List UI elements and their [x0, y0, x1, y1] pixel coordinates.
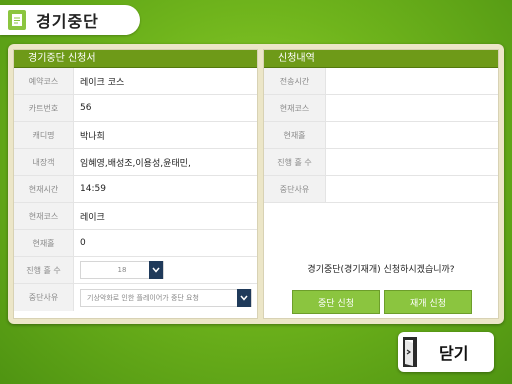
- form-row: 내장객 임혜영,배성조,이용성,윤태민,: [14, 149, 257, 176]
- history-label: 진행 홀 수: [264, 149, 326, 175]
- field-value: 56: [80, 103, 92, 113]
- field-value: 레이크 코스: [80, 77, 125, 88]
- holes-select[interactable]: 18: [80, 261, 164, 279]
- field-label: 진행 홀 수: [14, 257, 74, 283]
- field-value: 0: [80, 238, 86, 248]
- history-row: 전송시간: [264, 68, 498, 95]
- history-value: [326, 122, 498, 148]
- field-label: 캐디명: [14, 122, 74, 148]
- document-icon: [8, 10, 26, 30]
- field-label: 현재시간: [14, 176, 74, 202]
- field-value: 14:59: [80, 184, 106, 194]
- close-button[interactable]: 닫기: [398, 332, 494, 372]
- field-label: 현재코스: [14, 203, 74, 229]
- form-row: 중단사유 기상악화로 인한 플레이어가 중단 요청: [14, 284, 257, 311]
- form-row: 카트번호 56: [14, 95, 257, 122]
- field-value: 레이크: [80, 212, 105, 223]
- field-label: 내장객: [14, 149, 74, 175]
- holes-select-value: 18: [117, 266, 127, 274]
- history-value: [326, 68, 498, 94]
- field-label: 현재홀: [14, 230, 74, 256]
- form-row: 현재시간 14:59: [14, 176, 257, 203]
- reason-select[interactable]: 기상악화로 인한 플레이어가 중단 요청: [80, 288, 252, 307]
- history-label: 중단사유: [264, 176, 326, 202]
- field-value: 박나희: [80, 131, 105, 142]
- confirm-message: 경기중단(경기재개) 신청하시겠습니까?: [307, 265, 455, 275]
- chevron-down-icon[interactable]: [237, 288, 251, 307]
- field-value: 임혜영,배성조,이용성,윤태민,: [80, 158, 191, 169]
- page-title-tab: 경기중단: [0, 5, 140, 35]
- main-panel: 경기중단 신청서 예약코스 레이크 코스 카트번호 56 캐디명 박나희 내장객…: [8, 44, 504, 324]
- exit-door-icon: [401, 336, 419, 368]
- field-label: 카트번호: [14, 95, 74, 121]
- form-header: 경기중단 신청서: [14, 50, 257, 68]
- form-row: 현재홀 0: [14, 230, 257, 257]
- reason-select-value: 기상악화로 인한 플레이어가 중단 요청: [87, 293, 199, 302]
- field-label: 예약코스: [14, 68, 74, 94]
- form-row: 진행 홀 수 18: [14, 257, 257, 284]
- history-value: [326, 95, 498, 121]
- history-value: [326, 176, 498, 202]
- stop-request-button[interactable]: 중단 신청: [292, 290, 380, 314]
- form-row: 예약코스 레이크 코스: [14, 68, 257, 95]
- form-row: 현재코스 레이크: [14, 203, 257, 230]
- history-value: [326, 149, 498, 175]
- history-row: 진행 홀 수: [264, 149, 498, 176]
- history-row: 현재홀: [264, 122, 498, 149]
- field-value-container: 18: [74, 257, 257, 283]
- history-label: 현재코스: [264, 95, 326, 121]
- page-title: 경기중단: [36, 12, 99, 31]
- history-label: 전송시간: [264, 68, 326, 94]
- history-header: 신청내역: [264, 50, 498, 68]
- field-label: 중단사유: [14, 284, 74, 311]
- chevron-down-icon[interactable]: [149, 261, 163, 279]
- field-value-container: 기상악화로 인한 플레이어가 중단 요청: [74, 284, 257, 311]
- close-button-label: 닫기: [439, 344, 469, 363]
- form-row: 캐디명 박나희: [14, 122, 257, 149]
- history-label: 현재홀: [264, 122, 326, 148]
- request-history-panel: 신청내역 전송시간 현재코스 현재홀 진행 홀 수 중단사유 경기중단(경기재개…: [263, 49, 499, 319]
- history-row: 현재코스: [264, 95, 498, 122]
- history-row: 중단사유: [264, 176, 498, 203]
- resume-request-button[interactable]: 재개 신청: [384, 290, 472, 314]
- stop-request-form: 경기중단 신청서 예약코스 레이크 코스 카트번호 56 캐디명 박나희 내장객…: [13, 49, 258, 319]
